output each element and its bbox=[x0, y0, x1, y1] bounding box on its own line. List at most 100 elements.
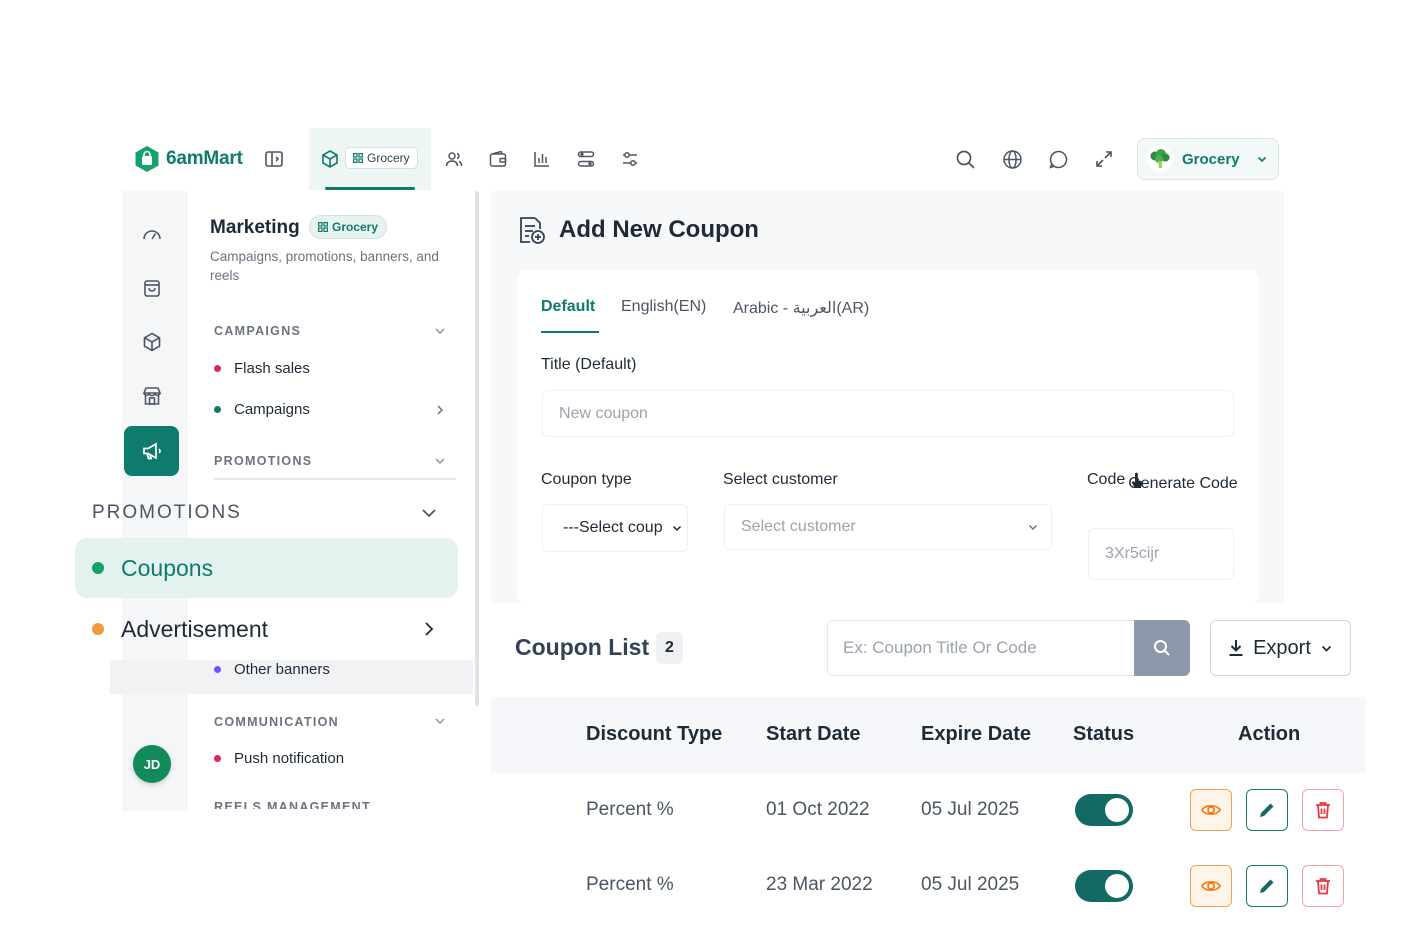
zoom-promotions-header[interactable]: PROMOTIONS bbox=[92, 502, 242, 524]
route-icon[interactable] bbox=[575, 148, 597, 170]
generate-code-link[interactable]: Generate Code bbox=[1121, 471, 1245, 497]
status-toggle[interactable] bbox=[1075, 870, 1133, 902]
marketing-megaphone-icon[interactable] bbox=[124, 426, 179, 476]
wallet-icon[interactable] bbox=[487, 148, 509, 170]
chevron-right-icon[interactable] bbox=[433, 403, 447, 417]
edit-button[interactable] bbox=[1246, 865, 1288, 907]
status-toggle[interactable] bbox=[1075, 794, 1133, 826]
nav-item-push-notification[interactable]: Push notification bbox=[214, 750, 344, 767]
customer-label: Select customer bbox=[723, 471, 838, 488]
section-reels[interactable]: REELS MANAGEMENT bbox=[214, 800, 371, 809]
title-label: Title (Default) bbox=[541, 356, 637, 373]
view-button[interactable] bbox=[1190, 789, 1232, 831]
export-button[interactable]: Export bbox=[1210, 620, 1351, 676]
coupon-type-select[interactable]: ---Select coup bbox=[542, 504, 688, 552]
globe-icon[interactable] bbox=[1001, 148, 1023, 170]
trash-icon bbox=[1316, 878, 1330, 895]
page-title: Add New Coupon bbox=[515, 214, 759, 246]
title-input[interactable]: New coupon bbox=[542, 390, 1234, 437]
customer-select[interactable]: Select customer bbox=[724, 504, 1052, 550]
nav-item-advertisement[interactable]: Advertisement bbox=[92, 614, 442, 644]
cell-discount-type: Percent % bbox=[586, 874, 674, 895]
chat-icon[interactable] bbox=[1047, 148, 1069, 170]
chevron-down-icon[interactable] bbox=[432, 323, 448, 339]
download-icon bbox=[1229, 640, 1243, 656]
tab-default[interactable]: Default bbox=[541, 298, 595, 316]
expand-icon[interactable] bbox=[1093, 148, 1115, 170]
nav-item-label: Flash sales bbox=[234, 360, 310, 377]
sidebar-toggle-icon[interactable] bbox=[263, 148, 285, 170]
coupon-list-title: Coupon List bbox=[515, 634, 650, 660]
shopping-bag-icon[interactable] bbox=[138, 274, 166, 302]
module-chip-label: Grocery bbox=[367, 151, 410, 165]
cell-start-date: 23 Mar 2022 bbox=[766, 874, 873, 895]
column-action: Action bbox=[1238, 723, 1301, 745]
delete-button[interactable] bbox=[1302, 789, 1344, 831]
chevron-down-icon bbox=[1321, 645, 1332, 652]
delete-button[interactable] bbox=[1302, 865, 1344, 907]
cube-icon[interactable] bbox=[138, 328, 166, 356]
subnav-module-badge: Grocery bbox=[309, 215, 388, 239]
subnav-title: Marketing bbox=[210, 217, 300, 238]
nav-item-label: Other banners bbox=[234, 661, 330, 678]
cell-start-date: 01 Oct 2022 bbox=[766, 799, 870, 820]
chevron-down-icon[interactable] bbox=[432, 453, 448, 469]
nav-item-other-banners[interactable]: Other banners bbox=[214, 661, 330, 678]
cell-discount-type: Percent % bbox=[586, 799, 674, 820]
active-tab-indicator bbox=[325, 187, 415, 190]
code-input[interactable]: 3Xr5cijr bbox=[1088, 528, 1234, 580]
pencil-icon bbox=[1260, 879, 1274, 893]
active-tab-underline bbox=[541, 331, 599, 333]
bullet-dot bbox=[214, 666, 221, 673]
section-promotions[interactable]: PROMOTIONS bbox=[214, 454, 312, 468]
chevron-down-icon[interactable] bbox=[432, 713, 448, 729]
search-icon[interactable] bbox=[954, 148, 976, 170]
export-label: Export bbox=[1253, 636, 1311, 659]
users-icon[interactable] bbox=[443, 148, 465, 170]
eye-icon bbox=[1200, 880, 1222, 892]
nav-item-coupons[interactable]: Coupons bbox=[75, 538, 458, 598]
tab-english[interactable]: English(EN) bbox=[621, 298, 706, 316]
logo-icon bbox=[135, 146, 159, 172]
grid-icon bbox=[353, 153, 363, 163]
settings-sliders-icon[interactable] bbox=[619, 148, 641, 170]
code-label: Code bbox=[1087, 471, 1126, 488]
user-avatar[interactable]: JD bbox=[133, 745, 171, 783]
trash-icon bbox=[1316, 802, 1330, 819]
grid-icon bbox=[318, 222, 328, 232]
eye-icon bbox=[1200, 804, 1222, 816]
chevron-down-icon bbox=[1257, 156, 1267, 163]
nav-item-label: Advertisement bbox=[121, 615, 269, 642]
brand-name: 6amMart bbox=[166, 148, 243, 169]
cell-expire-date: 05 Jul 2025 bbox=[921, 874, 1020, 895]
pencil-icon bbox=[1260, 803, 1274, 817]
section-campaigns[interactable]: CAMPAIGNS bbox=[214, 324, 301, 338]
store-icon[interactable] bbox=[138, 382, 166, 410]
bullet-dot bbox=[214, 365, 221, 372]
tab-arabic[interactable]: Arabic - العربية(AR) bbox=[733, 298, 869, 318]
bullet-dot bbox=[92, 623, 104, 635]
bullet-dot bbox=[214, 755, 221, 762]
section-communication[interactable]: COMMUNICATION bbox=[214, 715, 339, 729]
bullet-dot bbox=[92, 562, 104, 574]
dashboard-gauge-icon[interactable] bbox=[138, 220, 166, 248]
nav-item-flash-sales[interactable]: Flash sales bbox=[214, 360, 310, 377]
column-expire-date: Expire Date bbox=[921, 723, 1032, 745]
subnav-scrollbar[interactable] bbox=[475, 191, 479, 706]
chevron-right-icon[interactable] bbox=[419, 618, 439, 640]
edit-button[interactable] bbox=[1246, 789, 1288, 831]
coupon-count-badge: 2 bbox=[656, 632, 683, 664]
subnav-badge-label: Grocery bbox=[332, 220, 379, 234]
nav-item-campaigns[interactable]: Campaigns bbox=[214, 401, 310, 418]
search-button[interactable] bbox=[1134, 620, 1190, 676]
bar-chart-icon[interactable] bbox=[531, 148, 553, 170]
store-switcher[interactable]: Grocery bbox=[1137, 138, 1279, 180]
module-chip[interactable]: Grocery bbox=[345, 147, 418, 169]
chevron-down-icon[interactable] bbox=[418, 502, 440, 524]
coupon-search-input[interactable]: Ex: Coupon Title Or Code bbox=[827, 620, 1135, 676]
search-icon bbox=[1154, 640, 1170, 656]
view-button[interactable] bbox=[1190, 865, 1232, 907]
cube-icon[interactable] bbox=[319, 148, 341, 170]
chevron-down-icon bbox=[1028, 524, 1038, 531]
brand-logo[interactable]: 6amMart bbox=[134, 145, 243, 173]
